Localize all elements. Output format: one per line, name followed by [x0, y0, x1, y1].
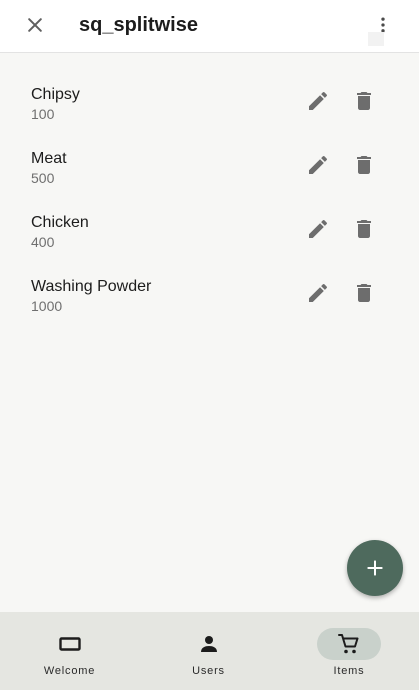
edit-item-button[interactable]	[300, 211, 336, 247]
nav-label-users: Users	[192, 665, 225, 677]
trash-icon	[357, 284, 371, 302]
rectangle-icon	[58, 637, 81, 651]
app-title: sq_splitwise	[79, 14, 198, 36]
edit-item-button[interactable]	[300, 83, 336, 119]
list-item: Meat 500	[0, 128, 419, 192]
edit-item-button[interactable]	[300, 147, 336, 183]
nav-label-welcome: Welcome	[43, 665, 96, 677]
app-screen: sq_splitwise Chipsy 100 Meat 500 Chicken…	[0, 0, 419, 690]
item-price: 400	[31, 234, 55, 250]
item-name: Chicken	[31, 214, 89, 231]
nav-item-welcome[interactable]: Welcome	[0, 612, 139, 690]
items-list: Chipsy 100 Meat 500 Chicken 400 Washing …	[0, 64, 419, 320]
overlay-artifact	[368, 32, 384, 46]
item-name: Washing Powder	[31, 278, 152, 295]
close-button[interactable]	[15, 5, 55, 45]
list-item: Washing Powder 1000	[0, 256, 419, 320]
list-item: Chicken 400	[0, 192, 419, 256]
item-price: 100	[31, 106, 55, 122]
edit-item-button[interactable]	[300, 275, 336, 311]
trash-icon	[357, 156, 371, 174]
delete-item-button[interactable]	[346, 275, 382, 311]
pencil-icon	[309, 155, 328, 174]
pencil-icon	[309, 283, 328, 302]
pencil-icon	[309, 219, 328, 238]
list-item: Chipsy 100	[0, 64, 419, 128]
close-icon	[28, 18, 42, 32]
trash-icon	[357, 92, 371, 110]
plus-icon	[367, 560, 383, 576]
nav-indicator-selected	[317, 628, 381, 660]
trash-icon	[357, 220, 371, 238]
item-name: Chipsy	[31, 86, 80, 103]
item-price: 1000	[31, 298, 63, 314]
nav-label-items: Items	[333, 665, 365, 677]
delete-item-button[interactable]	[346, 83, 382, 119]
item-price: 500	[31, 170, 55, 186]
cart-icon	[338, 634, 359, 654]
nav-item-items[interactable]: Items	[279, 612, 419, 690]
delete-item-button[interactable]	[346, 211, 382, 247]
bottom-navigation: Welcome Users Items	[0, 612, 419, 690]
add-item-button[interactable]	[347, 540, 403, 596]
nav-item-users[interactable]: Users	[139, 612, 278, 690]
person-icon	[200, 636, 217, 652]
pencil-icon	[309, 91, 328, 110]
item-name: Meat	[31, 150, 67, 167]
nav-indicator	[177, 628, 241, 660]
top-app-bar: sq_splitwise	[0, 0, 419, 53]
nav-indicator	[38, 628, 102, 660]
delete-item-button[interactable]	[346, 147, 382, 183]
